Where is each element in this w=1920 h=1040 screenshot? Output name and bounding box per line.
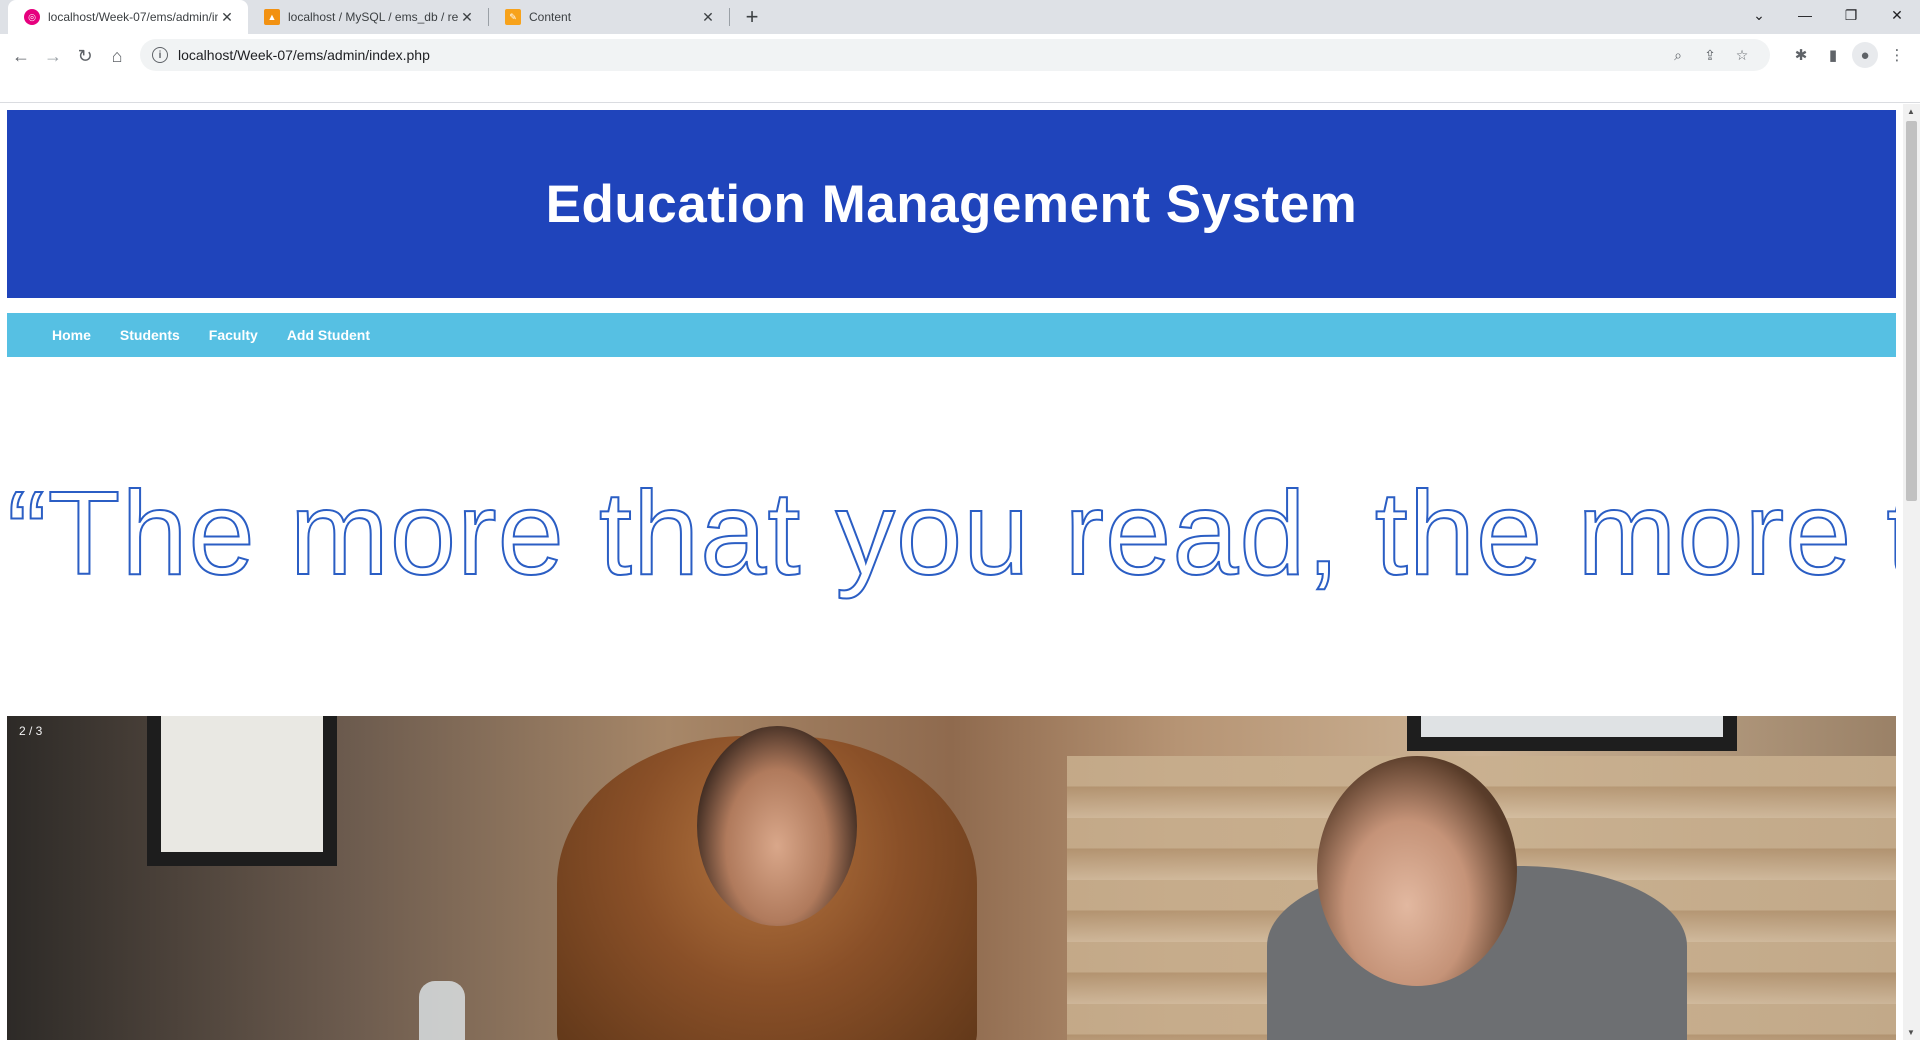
photo-window [147, 716, 337, 866]
zoom-icon[interactable]: ⌕ [1662, 47, 1694, 64]
browser-tab-admin[interactable]: ◎ localhost/Week-07/ems/admin/in ✕ [8, 0, 248, 34]
content-favicon-icon: ✎ [505, 9, 521, 25]
photo-person-left-head [697, 726, 857, 926]
site-info-icon[interactable]: i [152, 47, 168, 63]
address-url[interactable]: localhost/Week-07/ems/admin/index.php [178, 47, 1662, 63]
close-icon[interactable]: ✕ [218, 8, 236, 26]
bookmark-star-icon[interactable]: ☆ [1726, 47, 1758, 64]
reload-icon[interactable]: ↻ [72, 42, 98, 70]
site-nav: Home Students Faculty Add Student [7, 313, 1896, 357]
menu-kebab-icon[interactable]: ⋮ [1884, 42, 1910, 68]
minimize-icon[interactable]: — [1782, 0, 1828, 30]
page-viewport: Education Management System Home Student… [0, 104, 1920, 1040]
marquee-quote: “The more that you read, the more thing [7, 464, 1896, 604]
slide-counter: 2 / 3 [19, 724, 43, 738]
close-icon[interactable]: ✕ [699, 8, 717, 26]
nav-add-student-link[interactable]: Add Student [287, 327, 370, 343]
browser-tab-phpmyadmin[interactable]: ▲ localhost / MySQL / ems_db / reg ✕ [248, 0, 488, 34]
admin-favicon-icon: ◎ [24, 9, 40, 25]
window-controls: ⌄ — ❐ ✕ [1736, 0, 1920, 30]
address-bar[interactable]: i localhost/Week-07/ems/admin/index.php … [140, 39, 1770, 71]
photo-person-right-head [1317, 756, 1517, 986]
tab-search-chevron-icon[interactable]: ⌄ [1736, 0, 1782, 30]
site-title: Education Management System [545, 174, 1358, 234]
browser-tab-content[interactable]: ✎ Content ✕ [489, 0, 729, 34]
forward-arrow-icon[interactable]: → [40, 42, 66, 70]
scroll-up-arrow-icon[interactable]: ▲ [1907, 107, 1915, 116]
share-icon[interactable]: ⇪ [1694, 47, 1726, 64]
tab-title: localhost / MySQL / ems_db / reg [288, 10, 458, 24]
scrollbar-thumb[interactable] [1906, 121, 1917, 501]
quote-text: “The more that you read, the more thing [7, 466, 1896, 601]
nav-home-link[interactable]: Home [52, 327, 91, 343]
photo-window [1407, 716, 1737, 751]
profile-avatar-icon[interactable]: ● [1852, 42, 1878, 68]
restore-icon[interactable]: ❐ [1828, 0, 1874, 30]
phpmyadmin-favicon-icon: ▲ [264, 9, 280, 25]
slideshow-image: 2 / 3 [7, 716, 1896, 1040]
nav-students-link[interactable]: Students [120, 327, 180, 343]
new-tab-button[interactable]: + [738, 3, 766, 31]
browser-tab-strip: ◎ localhost/Week-07/ems/admin/in ✕ ▲ loc… [0, 0, 1920, 34]
back-arrow-icon[interactable]: ← [8, 42, 34, 70]
toolbar-actions: ✱ ▮ ● ⋮ [1788, 42, 1910, 68]
close-icon[interactable]: ✕ [458, 8, 476, 26]
page-scrollbar[interactable]: ▲ ▼ [1903, 104, 1920, 1040]
site-header: Education Management System [7, 110, 1896, 298]
photo-bottle [419, 981, 465, 1040]
home-icon[interactable]: ⌂ [104, 42, 130, 70]
tab-separator [729, 8, 730, 26]
extensions-puzzle-icon[interactable]: ✱ [1788, 42, 1814, 68]
side-panel-icon[interactable]: ▮ [1820, 42, 1846, 68]
scroll-down-arrow-icon[interactable]: ▼ [1907, 1028, 1915, 1037]
browser-toolbar: ← → ↻ ⌂ i localhost/Week-07/ems/admin/in… [0, 34, 1920, 103]
tab-title: Content [529, 10, 572, 24]
window-close-icon[interactable]: ✕ [1874, 0, 1920, 30]
tab-title: localhost/Week-07/ems/admin/in [48, 10, 218, 24]
nav-faculty-link[interactable]: Faculty [209, 327, 258, 343]
